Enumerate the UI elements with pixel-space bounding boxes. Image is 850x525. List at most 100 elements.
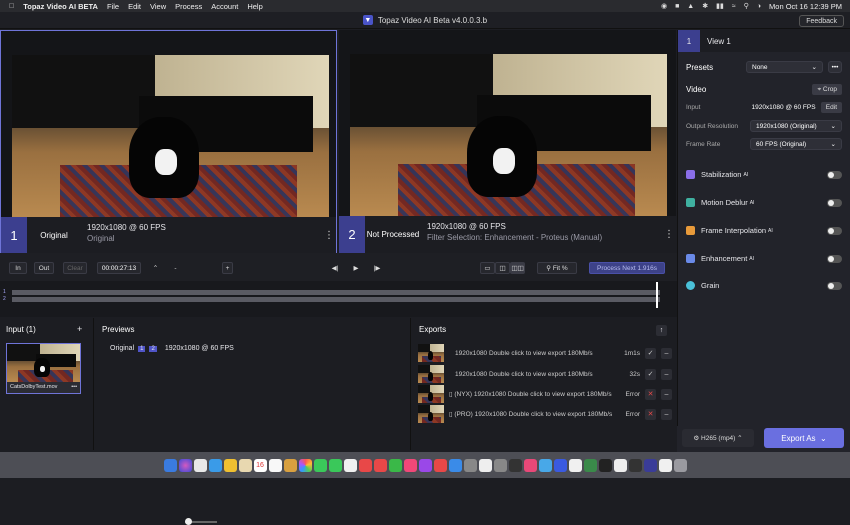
tv-icon[interactable]	[433, 458, 447, 472]
frame-rate-dropdown[interactable]: 60 FPS (Original) ⌄	[750, 138, 842, 150]
finder-icon[interactable]	[163, 458, 177, 472]
apple-icon[interactable]: 	[9, 3, 14, 10]
zoom-out-button[interactable]: -	[171, 262, 180, 274]
contacts-icon[interactable]	[238, 458, 252, 472]
menu-help[interactable]: Help	[247, 2, 262, 11]
utility-icon-4[interactable]	[523, 458, 537, 472]
filter-grain[interactable]: Grain	[686, 281, 842, 290]
pane-menu-icon[interactable]: ⋮	[322, 217, 336, 254]
remove-icon[interactable]: –	[661, 347, 672, 359]
split-view-icon[interactable]: ◫	[495, 262, 510, 274]
next-frame-icon[interactable]: |▶	[372, 262, 382, 274]
stocks-icon[interactable]	[373, 458, 387, 472]
clear-button[interactable]: Clear	[63, 262, 87, 274]
facetime-icon[interactable]	[328, 458, 342, 472]
menu-edit[interactable]: Edit	[128, 2, 141, 11]
app-store-icon[interactable]	[448, 458, 462, 472]
status-icon-2[interactable]: ■	[675, 3, 679, 10]
menu-process[interactable]: Process	[175, 2, 202, 11]
utility-icon-5[interactable]	[538, 458, 552, 472]
status-icon-1[interactable]: ◉	[661, 2, 667, 10]
settings-icon[interactable]	[463, 458, 477, 472]
motion-deblur-toggle[interactable]	[827, 198, 842, 207]
zoom-slider-handle[interactable]	[185, 518, 192, 525]
timeline-track-1[interactable]	[12, 290, 660, 295]
edit-button[interactable]: Edit	[820, 102, 842, 113]
pane-menu-icon[interactable]: ⋮	[662, 216, 676, 253]
final-cut-icon[interactable]	[628, 458, 642, 472]
zoom-in-button[interactable]: +	[222, 262, 233, 274]
out-button[interactable]: Out	[34, 262, 54, 274]
preview-pane-processed[interactable]: 2 Not Processed 1920x1080 @ 60 FPS Filte…	[339, 30, 676, 253]
check-icon[interactable]: ✓	[645, 368, 656, 380]
menu-app-name[interactable]: Topaz Video AI BETA	[23, 2, 98, 11]
process-next-button[interactable]: Process Next 1.916s	[589, 262, 665, 274]
remove-icon[interactable]: –	[661, 408, 672, 420]
presets-more-button[interactable]: •••	[828, 61, 842, 73]
feedback-button[interactable]: Feedback	[799, 15, 844, 27]
export-as-button[interactable]: Export As ⌄	[764, 428, 844, 448]
messages-icon[interactable]	[313, 458, 327, 472]
control-center-icon[interactable]: ◑	[757, 3, 761, 10]
view-number[interactable]: 1	[678, 30, 700, 52]
export-format-dropdown[interactable]: ⚙ H265 (mp4) ⌃	[682, 429, 754, 447]
playhead[interactable]	[656, 282, 658, 308]
podcasts-icon[interactable]	[418, 458, 432, 472]
single-view-icon[interactable]: ▭	[480, 262, 495, 274]
topaz-video-icon[interactable]	[643, 458, 657, 472]
video-frame-processed[interactable]	[350, 54, 667, 216]
menu-view[interactable]: View	[150, 2, 166, 11]
check-icon[interactable]: ✓	[645, 347, 656, 359]
play-icon[interactable]: ▶	[351, 262, 361, 274]
siri-icon[interactable]	[178, 458, 192, 472]
video-frame-original[interactable]	[12, 55, 329, 217]
wifi-icon[interactable]: ≈	[732, 3, 736, 10]
grain-toggle[interactable]	[827, 281, 842, 290]
remove-icon[interactable]: –	[661, 388, 672, 400]
utility-icon-3[interactable]	[508, 458, 522, 472]
export-row[interactable]: ▯ (PRO) 1920x1080 Double click to view e…	[418, 405, 672, 423]
utility-icon-7[interactable]	[568, 458, 582, 472]
freeform-icon[interactable]	[343, 458, 357, 472]
filter-motion-deblur[interactable]: Motion Deblur AI	[686, 198, 842, 207]
timeline[interactable]: 1 2	[0, 281, 677, 317]
utility-icon-2[interactable]	[493, 458, 507, 472]
menu-file[interactable]: File	[107, 2, 119, 11]
add-input-button[interactable]: +	[77, 324, 82, 334]
filter-stabilization[interactable]: Stabilization AI	[686, 170, 842, 179]
error-icon[interactable]: ✕	[645, 388, 656, 400]
fit-zoom-dropdown[interactable]: ⚲ Fit %	[537, 262, 577, 274]
side-by-side-view-icon[interactable]: ◫◫	[510, 262, 525, 274]
preview-pane-original[interactable]: 1 Original 1920x1080 @ 60 FPS Original ⋮	[0, 30, 337, 254]
input-clip-card[interactable]: CatsDolbyTest.mov •••	[6, 343, 81, 394]
crop-button[interactable]: ⌖ Crop	[812, 84, 842, 95]
reminders-icon[interactable]	[268, 458, 282, 472]
utility-icon-1[interactable]	[478, 458, 492, 472]
safari-icon[interactable]	[208, 458, 222, 472]
timecode-field[interactable]: 00:00:27:13	[97, 262, 141, 274]
calendar-icon[interactable]: 16	[253, 458, 267, 472]
presets-dropdown[interactable]: None ⌄	[746, 61, 823, 73]
document-icon[interactable]	[658, 458, 672, 472]
frame-interpolation-toggle[interactable]	[827, 226, 842, 235]
export-upload-icon[interactable]: ↑	[656, 325, 667, 336]
clip-more-icon[interactable]: •••	[71, 384, 77, 390]
status-icon-3[interactable]: ▲	[687, 3, 694, 10]
trash-icon[interactable]	[673, 458, 687, 472]
remove-icon[interactable]: –	[661, 368, 672, 380]
output-resolution-dropdown[interactable]: 1920x1080 (Original) ⌄	[750, 120, 842, 132]
notes-icon[interactable]	[223, 458, 237, 472]
maps-icon[interactable]	[283, 458, 297, 472]
utility-icon-9[interactable]	[598, 458, 612, 472]
enhancement-toggle[interactable]	[827, 254, 842, 263]
previous-frame-icon[interactable]: ◀|	[330, 262, 340, 274]
error-icon[interactable]: ✕	[645, 408, 656, 420]
music-icon[interactable]	[403, 458, 417, 472]
battery-icon[interactable]: ▮▮	[716, 2, 724, 10]
search-icon[interactable]: ⚲	[744, 2, 749, 10]
preview-row[interactable]: Original 1 2 1920x1080 @ 60 FPS	[110, 345, 234, 352]
stabilization-toggle[interactable]	[827, 170, 842, 179]
bluetooth-icon[interactable]: ✱	[702, 2, 708, 10]
piano-icon[interactable]	[613, 458, 627, 472]
timeline-track-2[interactable]	[12, 297, 660, 302]
